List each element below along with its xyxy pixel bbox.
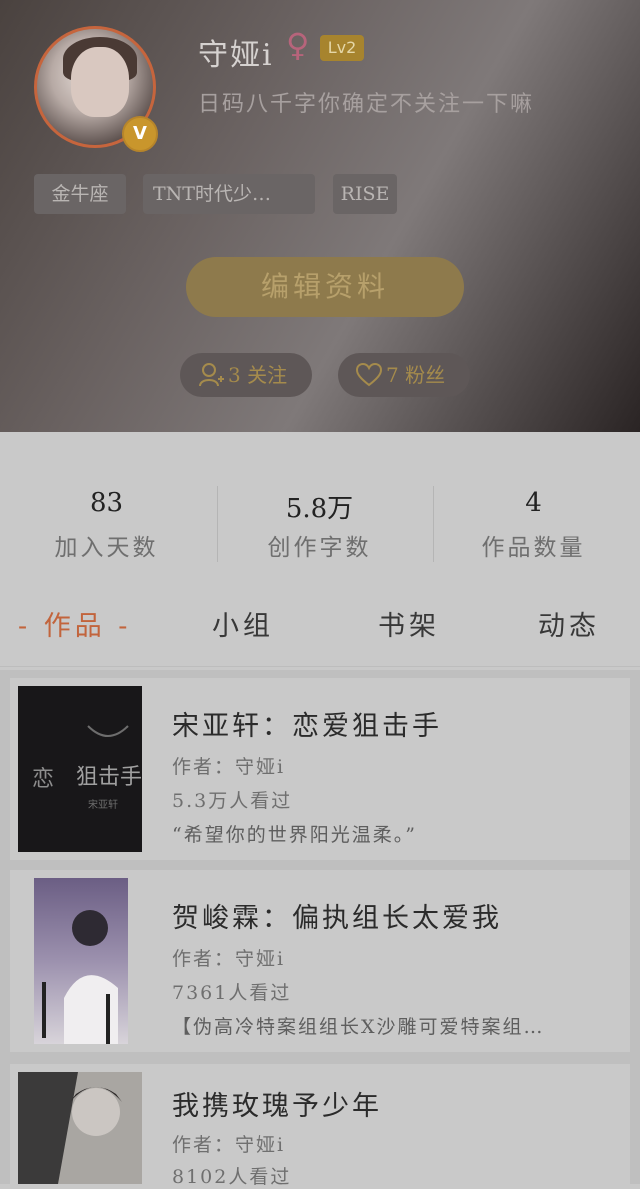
stat-label: 创作字数 bbox=[267, 535, 372, 561]
stat-label: 作品数量 bbox=[481, 535, 586, 561]
work-author: 作者：守娅i bbox=[172, 948, 286, 970]
tab-groups[interactable]: 小组 bbox=[212, 604, 274, 643]
tab-activity[interactable]: 动态 bbox=[538, 604, 600, 643]
stats-panel: 83 加入天数 5.8万 创作字数 4 作品数量 bbox=[0, 432, 640, 583]
stat-value: 83 bbox=[89, 488, 124, 518]
work-author: 作者：守娅i bbox=[172, 1134, 286, 1156]
fans-count: 7 粉丝 bbox=[386, 363, 446, 387]
work-title: 贺峻霖：偏执组长太爱我 bbox=[172, 903, 502, 934]
stat-works-count: 4 作品数量 bbox=[427, 432, 640, 582]
tab-bar: - 作品 - 小组 书架 动态 bbox=[0, 582, 640, 667]
following-button[interactable]: 3 关注 bbox=[180, 353, 312, 397]
stat-label: 加入天数 bbox=[54, 535, 159, 561]
svg-text:恋: 恋 bbox=[32, 767, 54, 792]
book-cover bbox=[34, 878, 128, 1044]
tab-bookshelf[interactable]: 书架 bbox=[378, 604, 440, 643]
female-gender-icon: ♀ bbox=[286, 26, 310, 64]
vip-badge-icon: V bbox=[122, 116, 158, 152]
avatar-face bbox=[71, 47, 129, 117]
work-views: 5.3万人看过 bbox=[172, 790, 293, 812]
stat-value: 4 bbox=[525, 488, 542, 518]
level-badge: Lv2 bbox=[320, 35, 364, 61]
add-user-icon bbox=[194, 353, 228, 397]
fans-button[interactable]: 7 粉丝 bbox=[338, 353, 470, 397]
work-card[interactable]: 贺峻霖：偏执组长太爱我 作者：守娅i 7361人看过 【伪高冷特案组组长X沙雕可… bbox=[10, 870, 630, 1052]
stat-value: 5.8万 bbox=[285, 494, 354, 524]
work-author: 作者：守娅i bbox=[172, 756, 286, 778]
divider bbox=[433, 486, 434, 562]
divider bbox=[217, 486, 218, 562]
username: 守娅i bbox=[198, 38, 274, 73]
edit-profile-button[interactable]: 编辑资料 bbox=[186, 257, 464, 317]
work-card[interactable]: 我携玫瑰予少年 作者：守娅i 8102人看过 bbox=[10, 1064, 630, 1188]
tag-rise[interactable]: RISE bbox=[333, 174, 397, 214]
book-cover: 恋 狙击手 宋亚轩 bbox=[18, 686, 142, 852]
signature: 日码八千字你确定不关注一下嘛 bbox=[198, 92, 535, 117]
stat-word-count: 5.8万 创作字数 bbox=[213, 432, 426, 582]
work-title: 我携玫瑰予少年 bbox=[172, 1091, 382, 1122]
work-description: 【伪高冷特案组组长X沙雕可爱特案组… bbox=[172, 1016, 545, 1038]
svg-text:狙击手: 狙击手 bbox=[76, 765, 142, 790]
tab-works[interactable]: - 作品 - bbox=[18, 604, 131, 643]
svg-text:宋亚轩: 宋亚轩 bbox=[88, 798, 118, 811]
works-list: 恋 狙击手 宋亚轩 宋亚轩：恋爱狙击手 作者：守娅i 5.3万人看过 “希望你的… bbox=[0, 670, 640, 1188]
work-views: 8102人看过 bbox=[172, 1166, 292, 1188]
profile-header: V 守娅i ♀ Lv2 日码八千字你确定不关注一下嘛 金牛座 TNT时代少… R… bbox=[0, 0, 640, 432]
work-title: 宋亚轩：恋爱狙击手 bbox=[172, 711, 442, 742]
tag-group[interactable]: TNT时代少… bbox=[143, 174, 315, 214]
stat-join-days: 83 加入天数 bbox=[0, 432, 213, 582]
book-cover bbox=[18, 1072, 142, 1184]
work-description: “希望你的世界阳光温柔。” bbox=[172, 824, 417, 846]
heart-icon bbox=[352, 353, 386, 397]
tag-zodiac[interactable]: 金牛座 bbox=[34, 174, 126, 214]
work-card[interactable]: 恋 狙击手 宋亚轩 宋亚轩：恋爱狙击手 作者：守娅i 5.3万人看过 “希望你的… bbox=[10, 678, 630, 860]
work-views: 7361人看过 bbox=[172, 982, 292, 1004]
following-count: 3 关注 bbox=[228, 363, 288, 387]
